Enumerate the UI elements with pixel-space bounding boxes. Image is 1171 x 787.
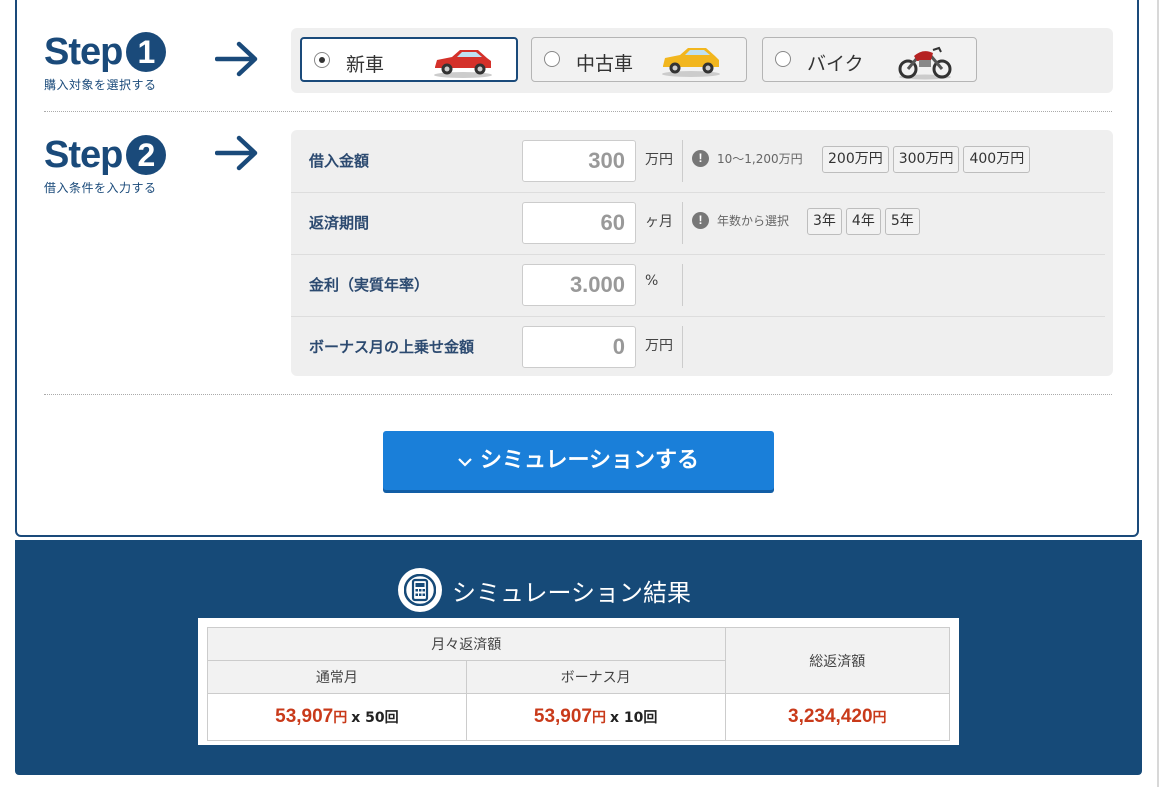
loan-conditions-panel: 借入金額 300 万円 ! 10〜1,200万円 200万円 300万円 400万…	[291, 130, 1113, 376]
bonus-month-cell: 53,907円 x 10回	[465, 693, 726, 741]
field-label: 借入金額	[309, 152, 370, 170]
vehicle-option-label: バイク	[807, 53, 864, 75]
bonus-input[interactable]: 0	[522, 326, 636, 368]
step1-subtitle: 購入対象を選択する	[44, 78, 157, 92]
info-icon: !	[692, 212, 709, 229]
step2-number: 2	[126, 135, 167, 175]
step2-word: Step	[44, 134, 123, 176]
monthly-header: 月々返済額	[207, 627, 726, 661]
amount-chip-200[interactable]: 200万円	[822, 146, 889, 173]
field-hint-text: 10〜1,200万円	[717, 152, 803, 166]
period-input[interactable]: 60	[522, 202, 636, 244]
result-table: 月々返済額 総返済額 通常月 ボーナス月 53,907円 x 50回 53,907…	[207, 627, 951, 741]
calculator-icon	[398, 568, 442, 612]
vehicle-option-new-car[interactable]: 新車	[300, 37, 518, 82]
yen-unit: 円	[592, 710, 607, 726]
result-table-box: 月々返済額 総返済額 通常月 ボーナス月 53,907円 x 50回 53,907…	[198, 618, 959, 745]
field-label: ボーナス月の上乗せ金額	[309, 338, 475, 356]
form-divider	[44, 394, 1112, 395]
normal-month-header: 通常月	[207, 660, 467, 694]
chevron-down-icon	[458, 432, 472, 491]
red-car-icon	[434, 50, 492, 78]
vehicle-option-motorcycle[interactable]: バイク	[762, 37, 977, 82]
field-unit: ヶ月	[645, 214, 673, 230]
field-divider	[682, 264, 683, 306]
arrow-right-icon	[215, 41, 258, 77]
normal-amount: 53,907	[275, 706, 334, 727]
step2-heading: Step 2 借入条件を入力する	[44, 134, 167, 196]
radio-empty-icon	[544, 51, 560, 67]
bonus-amount: 53,907	[533, 706, 593, 727]
page-scroll-edge	[1157, 0, 1159, 787]
amount-preset-chips: 200万円 300万円 400万円	[822, 146, 1031, 173]
radio-selected-icon	[314, 52, 330, 68]
form-row-rate: 金利（実質年率） 3.000 %	[291, 254, 1105, 317]
bonus-times: x 10回	[610, 710, 658, 726]
normal-times: x 50回	[351, 710, 399, 726]
total-cell: 3,234,420円	[724, 693, 951, 741]
field-unit: 万円	[645, 338, 673, 354]
vehicle-option-label: 中古車	[576, 53, 634, 75]
field-label: 金利（実質年率）	[309, 276, 430, 294]
simulate-button[interactable]: シミュレーションする	[383, 431, 774, 490]
total-amount: 3,234,420	[788, 706, 873, 727]
field-hint: ! 年数から選択	[692, 212, 789, 229]
field-divider	[682, 202, 683, 244]
field-unit: 万円	[645, 152, 673, 168]
form-row-amount: 借入金額 300 万円 ! 10〜1,200万円 200万円 300万円 400万…	[291, 130, 1105, 193]
amount-input[interactable]: 300	[522, 140, 636, 182]
form-row-bonus: ボーナス月の上乗せ金額 0 万円	[291, 316, 1105, 378]
result-title: シミュレーション結果	[398, 568, 691, 612]
yen-unit: 円	[872, 710, 887, 726]
vehicle-option-label: 新車	[346, 54, 385, 76]
rate-input[interactable]: 3.000	[522, 264, 636, 306]
step1-number: 1	[126, 32, 167, 72]
radio-empty-icon	[775, 51, 791, 67]
period-chip-4y[interactable]: 4年	[845, 208, 881, 235]
form-row-period: 返済期間 60 ヶ月 ! 年数から選択 3年 4年 5年	[291, 192, 1105, 255]
normal-month-cell: 53,907円 x 50回	[207, 693, 467, 741]
yellow-car-icon	[662, 48, 720, 77]
field-divider	[682, 140, 683, 182]
field-hint: ! 10〜1,200万円	[692, 150, 803, 167]
step1-heading: Step 1 購入対象を選択する	[44, 31, 167, 93]
field-unit: %	[645, 273, 659, 289]
simulate-button-label: シミュレーションする	[479, 448, 700, 473]
motorcycle-icon	[898, 46, 952, 80]
amount-chip-300[interactable]: 300万円	[892, 146, 960, 173]
step1-word: Step	[44, 31, 123, 73]
period-chip-3y[interactable]: 3年	[807, 208, 842, 235]
period-chip-5y[interactable]: 5年	[884, 208, 920, 235]
yen-unit: 円	[333, 710, 348, 726]
arrow-right-icon	[215, 135, 258, 171]
total-header: 総返済額	[724, 627, 951, 694]
step2-subtitle: 借入条件を入力する	[44, 181, 157, 195]
field-hint-text: 年数から選択	[717, 214, 790, 228]
result-title-text: シミュレーション結果	[452, 578, 692, 607]
step-divider	[44, 111, 1112, 112]
period-preset-chips: 3年 4年 5年	[807, 208, 920, 235]
vehicle-type-panel: 新車 中古車 バイク	[291, 28, 1113, 93]
field-label: 返済期間	[309, 214, 370, 232]
vehicle-option-used-car[interactable]: 中古車	[531, 37, 747, 82]
bonus-month-header: ボーナス月	[465, 660, 726, 694]
amount-chip-400[interactable]: 400万円	[963, 146, 1031, 173]
field-divider	[682, 326, 683, 368]
info-icon: !	[692, 150, 709, 167]
